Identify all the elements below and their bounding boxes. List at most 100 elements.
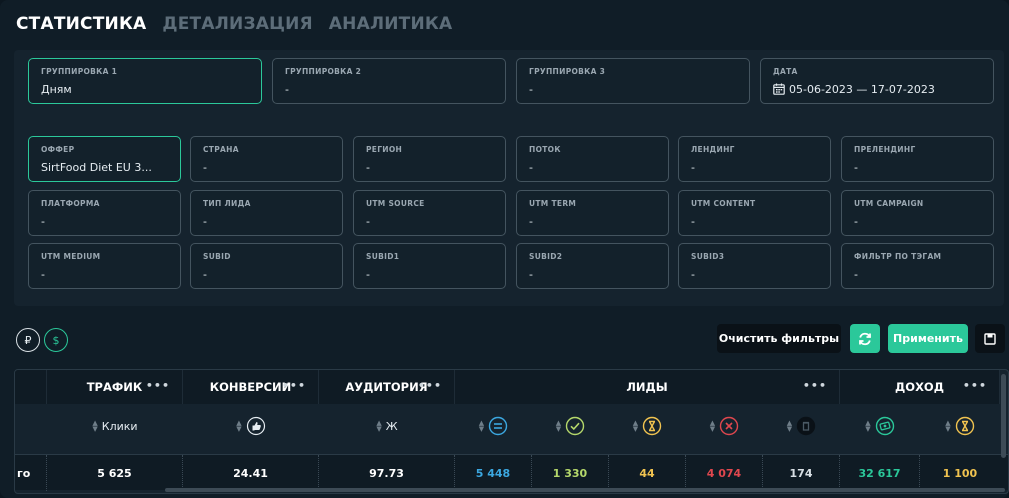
field-label: ПРЕЛЕНДИНГ (854, 145, 916, 154)
check-circle-icon (565, 416, 585, 436)
field-label: ГРУППИРОВКА 2 (285, 67, 362, 76)
column-header-income-hold[interactable]: ▲ ▼ (920, 404, 1000, 448)
field-value: - (691, 161, 695, 174)
horizontal-scrollbar[interactable] (165, 488, 1005, 492)
cell-conversions: 24.41 (183, 455, 319, 491)
column-header-leads-trash[interactable]: ▲ ▼ (763, 404, 840, 448)
date-range-picker[interactable]: ДАТА 05-06-2023 — 17-07-2023 (760, 58, 994, 104)
field-value: - (203, 268, 207, 281)
field-value: - (285, 83, 289, 96)
filter-страна[interactable]: СТРАНА - (190, 136, 343, 182)
field-label: ГРУППИРОВКА 3 (529, 67, 606, 76)
app-frame: СТАТИСТИКА ДЕТАЛИЗАЦИЯ АНАЛИТИКА ГРУППИР… (0, 0, 1009, 498)
field-value: SirtFood Diet EU 3... (41, 161, 152, 174)
field-value: - (366, 161, 370, 174)
filter-subid2[interactable]: SUBID2 - (516, 243, 669, 289)
field-value: Дням (41, 83, 72, 96)
filter-оффер[interactable]: ОФФЕР SirtFood Diet EU 3... (28, 136, 181, 182)
cell-clicks: 5 625 (47, 455, 183, 491)
grouping-1-select[interactable]: ГРУППИРОВКА 1 Дням (28, 58, 262, 104)
filter-фильтр-по-тэгам[interactable]: ФИЛЬТР ПО ТЭГАМ - (841, 243, 994, 289)
filter-тип-лида[interactable]: ТИП ЛИДА - (190, 190, 343, 236)
more-icon[interactable]: ••• (418, 379, 442, 392)
cell-audience: 97.73 (319, 455, 455, 491)
filter-utm-content[interactable]: UTM CONTENT - (678, 190, 831, 236)
field-value: - (854, 268, 858, 281)
field-value: - (366, 268, 370, 281)
currency-usd-toggle[interactable]: $ (44, 328, 68, 352)
currency-rub-toggle[interactable]: ₽ (16, 328, 40, 352)
group-header-traffic: ТРАФИК ••• (47, 370, 183, 404)
column-header-clicks[interactable]: ▲ ▼ Клики (47, 404, 183, 448)
vertical-scrollbar[interactable] (1001, 374, 1006, 458)
more-icon[interactable]: ••• (963, 379, 987, 392)
filter-utm-medium[interactable]: UTM MEDIUM - (28, 243, 181, 289)
filter-регион[interactable]: РЕГИОН - (353, 136, 506, 182)
hourglass-circle-icon (955, 416, 974, 436)
column-header-income-total[interactable]: ▲ ▼ (840, 404, 920, 448)
thumbs-up-percent-icon (246, 416, 265, 436)
clear-filters-button[interactable]: Очистить фильтры (717, 324, 841, 353)
cell-income-total: 32 617 (840, 455, 920, 491)
group-header-audience: АУДИТОРИЯ ••• (319, 370, 455, 404)
more-icon[interactable]: ••• (803, 379, 827, 392)
field-value: - (203, 215, 207, 228)
tab-analytics[interactable]: АНАЛИТИКА (329, 14, 453, 34)
table-row: го 5 625 24.41 97.73 5 448 1 330 44 4 07… (15, 454, 1008, 491)
filter-платформа[interactable]: ПЛАТФОРМА - (28, 190, 181, 236)
equals-circle-icon (488, 416, 508, 436)
refresh-icon (859, 332, 871, 345)
filter-utm-campaign[interactable]: UTM CAMPAIGN - (841, 190, 994, 236)
group-title: ТРАФИК (86, 380, 143, 394)
filter-panel: ГРУППИРОВКА 1 Дням ГРУППИРОВКА 2 - ГРУПП… (14, 50, 1004, 306)
filter-прелендинг[interactable]: ПРЕЛЕНДИНГ - (841, 136, 994, 182)
filter-лендинг[interactable]: ЛЕНДИНГ - (678, 136, 831, 182)
column-header-leads-total[interactable]: ▲ ▼ (455, 404, 532, 448)
field-label: SUBID1 (366, 252, 400, 261)
column-header-leads-approved[interactable]: ▲ ▼ (532, 404, 609, 448)
field-label: СТРАНА (203, 145, 239, 154)
filter-subid[interactable]: SUBID - (190, 243, 343, 289)
save-icon (984, 332, 996, 345)
column-header-leads-rejected[interactable]: ▲ ▼ (686, 404, 763, 448)
top-tabs: СТАТИСТИКА ДЕТАЛИЗАЦИЯ АНАЛИТИКА (16, 14, 452, 34)
column-header-conversions[interactable]: ▲ ▼ (183, 404, 319, 448)
field-label: ЛЕНДИНГ (691, 145, 735, 154)
filter-utm-term[interactable]: UTM TERM - (516, 190, 669, 236)
refresh-button[interactable] (850, 324, 880, 353)
cell-leads-rejected: 4 074 (686, 455, 763, 491)
group-title: КОНВЕРСИИ (209, 380, 292, 394)
field-label: SUBID2 (529, 252, 563, 261)
field-value: - (41, 268, 45, 281)
filter-utm-source[interactable]: UTM SOURCE - (353, 190, 506, 236)
calendar-icon (773, 83, 785, 95)
field-label: ТИП ЛИДА (203, 199, 251, 208)
apply-button[interactable]: Применить (888, 324, 968, 353)
field-label: UTM TERM (529, 199, 577, 208)
more-icon[interactable]: ••• (146, 379, 170, 392)
field-label: UTM CONTENT (691, 199, 756, 208)
stats-table: ТРАФИК ••• КОНВЕРСИИ ••• АУДИТОРИЯ ••• Л… (14, 369, 1009, 494)
tab-statistics[interactable]: СТАТИСТИКА (16, 14, 146, 34)
table-group-header: ТРАФИК ••• КОНВЕРСИИ ••• АУДИТОРИЯ ••• Л… (15, 370, 1008, 404)
filter-поток[interactable]: ПОТОК - (516, 136, 669, 182)
column-header-audience[interactable]: ▲ ▼ Ж (319, 404, 455, 448)
field-value: - (366, 215, 370, 228)
group-title: АУДИТОРИЯ (345, 380, 428, 394)
filter-subid3[interactable]: SUBID3 - (678, 243, 831, 289)
field-value: - (854, 161, 858, 174)
grouping-2-select[interactable]: ГРУППИРОВКА 2 - (272, 58, 506, 104)
field-value: - (529, 215, 533, 228)
tab-details[interactable]: ДЕТАЛИЗАЦИЯ (162, 14, 312, 34)
field-label: UTM SOURCE (366, 199, 425, 208)
group-header-conversions: КОНВЕРСИИ ••• (183, 370, 319, 404)
field-label: SUBID3 (691, 252, 725, 261)
column-title: Ж (385, 419, 398, 433)
filter-subid1[interactable]: SUBID1 - (353, 243, 506, 289)
field-value: - (529, 268, 533, 281)
sort-icon: ▲ ▼ (236, 419, 242, 433)
more-icon[interactable]: ••• (282, 379, 306, 392)
column-header-leads-hold[interactable]: ▲ ▼ (609, 404, 686, 448)
grouping-3-select[interactable]: ГРУППИРОВКА 3 - (516, 58, 750, 104)
save-button[interactable] (975, 324, 1005, 353)
